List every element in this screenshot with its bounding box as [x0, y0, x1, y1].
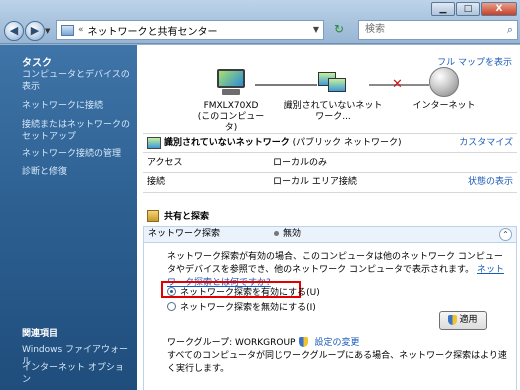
title-bar: ▁ □ X ◀ ▶ ▼ « ネットワークと共有センター ▼ ↻ 検索 ⌕ [0, 0, 520, 44]
workgroup-description: すべてのコンピュータが同じワークグループにある場合、ネットワーク探索はより速く実… [167, 351, 507, 374]
main-pane: フル マップを表示 FMXLX70XD (このコンピュータ) 識別されていないネ… [137, 45, 520, 390]
divider [143, 133, 517, 134]
sidebar-link-connect[interactable]: ネットワークに接続 [22, 100, 130, 112]
connection-value: ローカル エリア接続 [273, 177, 357, 187]
back-button[interactable]: ◀ [4, 21, 24, 41]
close-button[interactable]: X [481, 2, 517, 16]
address-bar[interactable]: « ネットワークと共有センター ▼ [56, 20, 324, 40]
discovery-off-option[interactable]: ネットワーク探索を無効にする(I) [167, 300, 316, 313]
uac-shield-icon [299, 336, 309, 347]
network-name-label: 識別されていないネットワーク [164, 138, 290, 148]
search-placeholder: 検索 [365, 24, 385, 35]
discovery-label: ネットワーク探索 [148, 229, 221, 239]
breadcrumb-current[interactable]: ネットワークと共有センター [88, 23, 218, 38]
sharing-icon [147, 209, 159, 222]
sharing-section-title: 共有と探索 [147, 209, 209, 222]
window-controls: ▁ □ X [431, 2, 517, 16]
recent-pages-dropdown[interactable]: ▼ [45, 27, 50, 35]
radio-off[interactable] [167, 302, 176, 311]
map-network[interactable]: 識別されていないネットワーク... [283, 69, 383, 123]
discovery-on-option[interactable]: ネットワーク探索を有効にする(U) [167, 285, 320, 298]
access-value: ローカルのみ [273, 158, 328, 168]
network-name: 識別されていないネットワーク... [283, 101, 383, 122]
search-input[interactable]: 検索 ⌕ [358, 20, 518, 40]
access-label: アクセス [147, 158, 183, 168]
computer-note: (このコンピュータ) [197, 112, 265, 133]
apply-button[interactable]: 適用 [439, 311, 487, 330]
customize-link[interactable]: カスタマイズ [459, 136, 513, 151]
divider [143, 152, 517, 153]
workgroup-label: ワークグループ: WORKGROUP [167, 338, 296, 348]
divider [143, 192, 517, 193]
access-row: アクセス ローカルのみ [143, 156, 517, 171]
tasks-heading: タスク [22, 58, 52, 69]
forward-button[interactable]: ▶ [25, 21, 45, 41]
related-heading: 関連項目 [22, 329, 59, 339]
sidebar-link-setup[interactable]: 接続またはネットワークのセットアップ [22, 119, 130, 143]
chevron-down-icon[interactable]: ▼ [313, 25, 319, 34]
internet-name: インターネット [412, 101, 476, 111]
sidebar-link-view-computers[interactable]: コンピュータとデバイスの表示 [22, 69, 130, 93]
change-settings-link[interactable]: 設定の変更 [314, 335, 359, 348]
workgroup-row: ワークグループ: WORKGROUP 設定の変更 [167, 335, 359, 348]
breadcrumb-separator: « [78, 25, 84, 35]
discovery-status: 無効 [274, 227, 301, 242]
connection-row: 接続 ローカル エリア接続 状態の表示 [143, 175, 517, 190]
view-status-link[interactable]: 状態の表示 [468, 175, 513, 190]
search-icon[interactable]: ⌕ [507, 21, 513, 39]
map-computer[interactable]: FMXLX70XD (このコンピュータ) [193, 69, 269, 134]
maximize-button[interactable]: □ [456, 2, 480, 16]
sidebar-link-internet-options[interactable]: インターネット オプション [22, 362, 130, 386]
refresh-icon[interactable]: ↻ [330, 22, 348, 38]
sidebar-link-diagnose[interactable]: 診断と修復 [22, 166, 130, 178]
map-internet[interactable]: インターネット [399, 67, 489, 112]
task-sidebar: タスク コンピュータとデバイスの表示 ネットワークに接続 接続またはネットワーク… [0, 45, 137, 390]
sidebar-link-manage-connections[interactable]: ネットワーク接続の管理 [22, 148, 130, 160]
collapse-chevron-icon[interactable]: ⌃ [499, 228, 512, 241]
network-icon [147, 136, 161, 149]
computer-icon [214, 69, 248, 97]
radio-on[interactable] [167, 287, 176, 296]
divider [143, 172, 517, 173]
network-type-label: (パブリック ネットワーク) [292, 138, 402, 148]
connection-label: 接続 [147, 177, 166, 187]
status-dot-icon [274, 231, 279, 236]
network-header-row: 識別されていないネットワーク (パブリック ネットワーク) カスタマイズ [143, 136, 517, 151]
discovery-header[interactable]: ネットワーク探索 無効 ⌃ [143, 226, 517, 243]
computer-name: FMXLX70XD [203, 101, 259, 111]
network-icon [316, 69, 350, 97]
uac-shield-icon [448, 314, 458, 325]
network-icon [61, 24, 74, 36]
globe-icon [429, 67, 459, 97]
minimize-button[interactable]: ▁ [431, 2, 455, 16]
